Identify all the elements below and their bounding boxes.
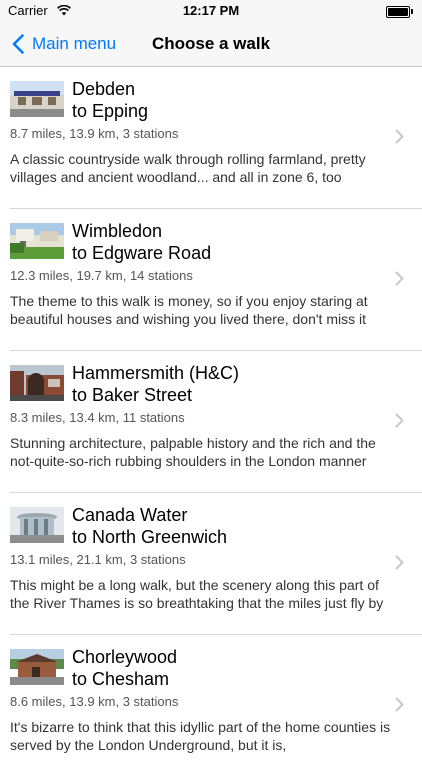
walk-title: Hammersmith (H&C) to Baker Street	[72, 362, 239, 406]
walk-stats: 8.6 miles, 13.9 km, 3 stations	[10, 694, 179, 709]
walk-description: This might be a long walk, but the scene…	[10, 577, 384, 611]
chevron-right-icon	[395, 413, 404, 428]
battery-icon	[386, 6, 413, 18]
walk-title: Canada Water to North Greenwich	[72, 504, 227, 548]
walk-title: Wimbledon to Edgware Road	[72, 220, 211, 264]
walk-start: Chorleywood	[72, 647, 178, 667]
walk-description: A classic countryside walk through rolli…	[10, 151, 366, 185]
walk-start: Canada Water	[72, 505, 188, 525]
walk-destination: to North Greenwich	[72, 527, 228, 547]
walk-stats: 12.3 miles, 19.7 km, 14 stations	[10, 268, 193, 283]
walk-row-hammersmith[interactable]: Hammersmith (H&C) to Baker Street 8.3 mi…	[0, 351, 422, 493]
status-bar: Carrier 12:17 PM	[0, 0, 422, 22]
walk-row-debden[interactable]: Debden to Epping 8.7 miles, 13.9 km, 3 s…	[0, 67, 422, 209]
walk-start: Wimbledon	[72, 221, 163, 241]
chevron-right-icon	[395, 271, 404, 286]
walk-description: It's bizarre to think that this idyllic …	[10, 719, 391, 753]
chevron-right-icon	[395, 697, 404, 712]
walk-stats: 8.7 miles, 13.9 km, 3 stations	[10, 126, 179, 141]
walk-row-wimbledon[interactable]: Wimbledon to Edgware Road 12.3 miles, 19…	[0, 209, 422, 351]
walk-destination: to Epping	[72, 101, 149, 121]
walk-description: The theme to this walk is money, so if y…	[10, 293, 368, 327]
station-photo	[10, 365, 64, 401]
walk-row-chorleywood[interactable]: Chorleywood to Chesham 8.6 miles, 13.9 k…	[0, 635, 422, 777]
chevron-right-icon	[395, 129, 404, 144]
walk-destination: to Baker Street	[72, 385, 193, 405]
chevron-right-icon	[395, 555, 404, 570]
walk-list: Debden to Epping 8.7 miles, 13.9 km, 3 s…	[0, 67, 422, 777]
walk-start: Hammersmith (H&C)	[72, 363, 240, 383]
walk-destination: to Chesham	[72, 669, 170, 689]
navigation-bar: Main menu Choose a walk	[0, 22, 422, 67]
walk-title: Debden to Epping	[72, 78, 148, 122]
station-photo	[10, 81, 64, 117]
status-time: 12:17 PM	[182, 3, 240, 18]
walk-stats: 13.1 miles, 21.1 km, 3 stations	[10, 552, 186, 567]
walk-stats: 8.3 miles, 13.4 km, 11 stations	[10, 410, 185, 425]
walk-destination: to Edgware Road	[72, 243, 212, 263]
walk-row-canada-water[interactable]: Canada Water to North Greenwich 13.1 mil…	[0, 493, 422, 635]
walk-title: Chorleywood to Chesham	[72, 646, 177, 690]
page-title: Choose a walk	[151, 34, 271, 53]
station-photo	[10, 223, 64, 259]
station-photo	[10, 649, 64, 685]
walk-start: Debden	[72, 79, 136, 99]
station-photo	[10, 507, 64, 543]
walk-description: Stunning architecture, palpable history …	[10, 435, 376, 469]
